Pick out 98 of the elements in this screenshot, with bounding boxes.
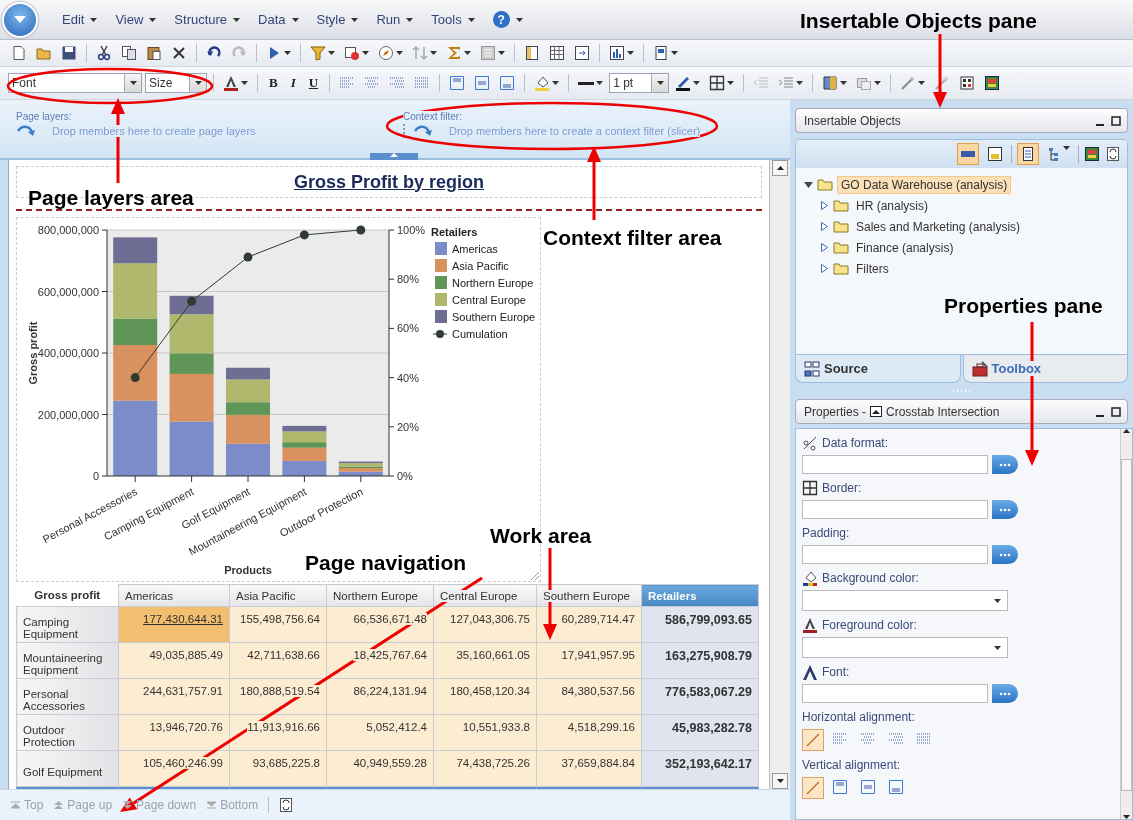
tree-item[interactable]: Sales and Marketing (analysis)	[853, 218, 1024, 235]
axis-tick-label: 20%	[397, 420, 420, 433]
column-header[interactable]: Asia Pacific	[229, 584, 327, 607]
table-cell[interactable]: 244,631,757.91	[118, 678, 230, 715]
property-label: Padding:	[802, 525, 850, 540]
pane-title: Insertable Objects	[804, 113, 901, 128]
table-cell[interactable]: 586,799,093.65	[641, 606, 759, 643]
legend-label: Northern Europe	[452, 277, 534, 289]
property-label: Data format:	[822, 435, 889, 450]
callout-label: Page navigation	[305, 551, 467, 575]
tree-item[interactable]: HR (analysis)	[853, 197, 931, 214]
legend-title: Retailers	[431, 226, 478, 238]
callout-label: Work area	[490, 524, 592, 548]
table-cell[interactable]: 35,160,661.05	[433, 642, 537, 679]
table-cell[interactable]: 74,438,725.26	[433, 750, 537, 787]
table-cell[interactable]: 11,913,916.66	[229, 714, 327, 751]
drop-zone-label: Page layers:	[16, 111, 72, 122]
table-cell[interactable]: 127,043,306.75	[433, 606, 537, 643]
menu-item[interactable]: View	[107, 8, 165, 31]
tree-item[interactable]: GO Data Warehouse (analysis)	[837, 175, 1012, 194]
axis-tick-label: 800,000,000	[37, 224, 99, 236]
callout-label: Insertable Objects pane	[800, 9, 1037, 33]
legend-label: Central Europe	[452, 294, 526, 306]
axis-tick-label: 80%	[397, 273, 420, 286]
row-header[interactable]: Camping Equipment	[16, 606, 119, 643]
help-menu[interactable]: ?	[484, 7, 531, 32]
menu-item[interactable]: Data	[250, 8, 307, 31]
tree-item[interactable]: Finance (analysis)	[853, 239, 957, 256]
table-cell[interactable]: 66,536,671.48	[326, 606, 434, 643]
row-header[interactable]: Personal Accessories	[16, 678, 119, 715]
row-header[interactable]: Golf Equipment	[16, 750, 119, 787]
crosstab-corner: Gross profit	[16, 584, 119, 607]
drop-zone-hint: Drop members here to create a context filter (slicer)	[449, 125, 701, 137]
table-cell[interactable]: 4,518,299.16	[536, 714, 642, 751]
axis-tick-label: 0	[92, 470, 99, 482]
size-dropdown[interactable]: Size	[145, 73, 207, 93]
callout-label: Page layers area	[28, 186, 194, 210]
table-cell[interactable]: 180,458,120.34	[433, 678, 537, 715]
property-label: Font:	[822, 664, 850, 679]
bold-button[interactable]: B	[264, 73, 283, 93]
property-label: Vertical alignment:	[802, 757, 901, 772]
legend-label: Cumulation	[452, 328, 508, 340]
axis-tick-label: 100%	[397, 224, 426, 236]
table-cell[interactable]: 13,946,720.76	[118, 714, 230, 751]
line-weight-dropdown[interactable]: 1 pt	[609, 73, 670, 93]
table-cell[interactable]: 84,380,537.56	[536, 678, 642, 715]
legend-label: Americas	[452, 243, 498, 255]
table-cell[interactable]: 37,659,884.84	[536, 750, 642, 787]
italic-button[interactable]: I	[285, 73, 301, 93]
table-cell[interactable]: 93,685,225.8	[229, 750, 327, 787]
column-header[interactable]: Northern Europe	[326, 584, 434, 607]
table-cell[interactable]: 155,498,756.64	[229, 606, 327, 643]
table-cell[interactable]: 352,193,642.17	[641, 750, 759, 787]
axis-title: Products	[224, 564, 272, 576]
menu-item[interactable]: Edit	[54, 8, 106, 31]
tree-item[interactable]: Filters	[853, 260, 892, 277]
legend-label: Asia Pacific	[452, 260, 509, 272]
legend-label: Southern Europe	[452, 311, 536, 323]
property-label: Border:	[822, 480, 862, 495]
drop-zone-label: Context filter:	[403, 111, 462, 122]
property-label: Horizontal alignment:	[802, 709, 915, 724]
pane-tab[interactable]: Toolbox	[962, 355, 1128, 383]
table-cell[interactable]: 177,430,644.31	[118, 606, 230, 643]
menu-item[interactable]: Tools	[423, 8, 483, 31]
axis-tick-label: 60%	[397, 322, 420, 335]
table-cell[interactable]: 776,583,067.29	[641, 678, 759, 715]
property-label: Background color:	[822, 570, 919, 585]
table-cell[interactable]: 5,052,412.4	[326, 714, 434, 751]
menu-item[interactable]: Run	[368, 8, 422, 31]
table-cell[interactable]: 10,551,933.8	[433, 714, 537, 751]
axis-tick-label: 600,000,000	[37, 285, 99, 298]
table-cell[interactable]: 163,275,908.79	[641, 642, 759, 679]
column-header[interactable]: Southern Europe	[536, 584, 642, 607]
property-label: Foreground color:	[822, 617, 917, 632]
row-header[interactable]: Outdoor Protection	[16, 714, 119, 751]
callout-label: Context filter area	[543, 226, 722, 250]
selected-object-label: Crosstab Intersection	[886, 404, 1000, 419]
menu-item[interactable]: Style	[308, 8, 367, 31]
pane-tab[interactable]: Source	[795, 355, 961, 383]
drop-zone-hint: Drop members here to create page layers	[52, 125, 256, 137]
menu-item[interactable]: Structure	[166, 8, 249, 31]
table-cell[interactable]: 17,941,957.95	[536, 642, 642, 679]
axis-tick-label: 200,000,000	[37, 408, 99, 421]
axis-tick-label: 0%	[397, 470, 413, 482]
table-cell[interactable]: 42,711,638.66	[229, 642, 327, 679]
report-title: Gross Profit by region	[294, 171, 484, 193]
axis-title: Gross profit	[27, 321, 39, 385]
callout-label: Properties pane	[944, 294, 1103, 318]
row-header[interactable]: Mountaineering Equipment	[16, 642, 119, 679]
column-header[interactable]: Central Europe	[433, 584, 537, 607]
column-header[interactable]: Americas	[118, 584, 230, 607]
table-cell[interactable]: 45,983,282.78	[641, 714, 759, 751]
underline-button[interactable]: U	[303, 73, 324, 93]
table-cell[interactable]: 86,224,131.94	[326, 678, 434, 715]
table-cell[interactable]: 49,035,885.49	[118, 642, 230, 679]
table-cell[interactable]: 40,949,559.28	[326, 750, 434, 787]
pane-title: Properties -	[804, 404, 867, 419]
axis-tick-label: 40%	[397, 371, 420, 384]
